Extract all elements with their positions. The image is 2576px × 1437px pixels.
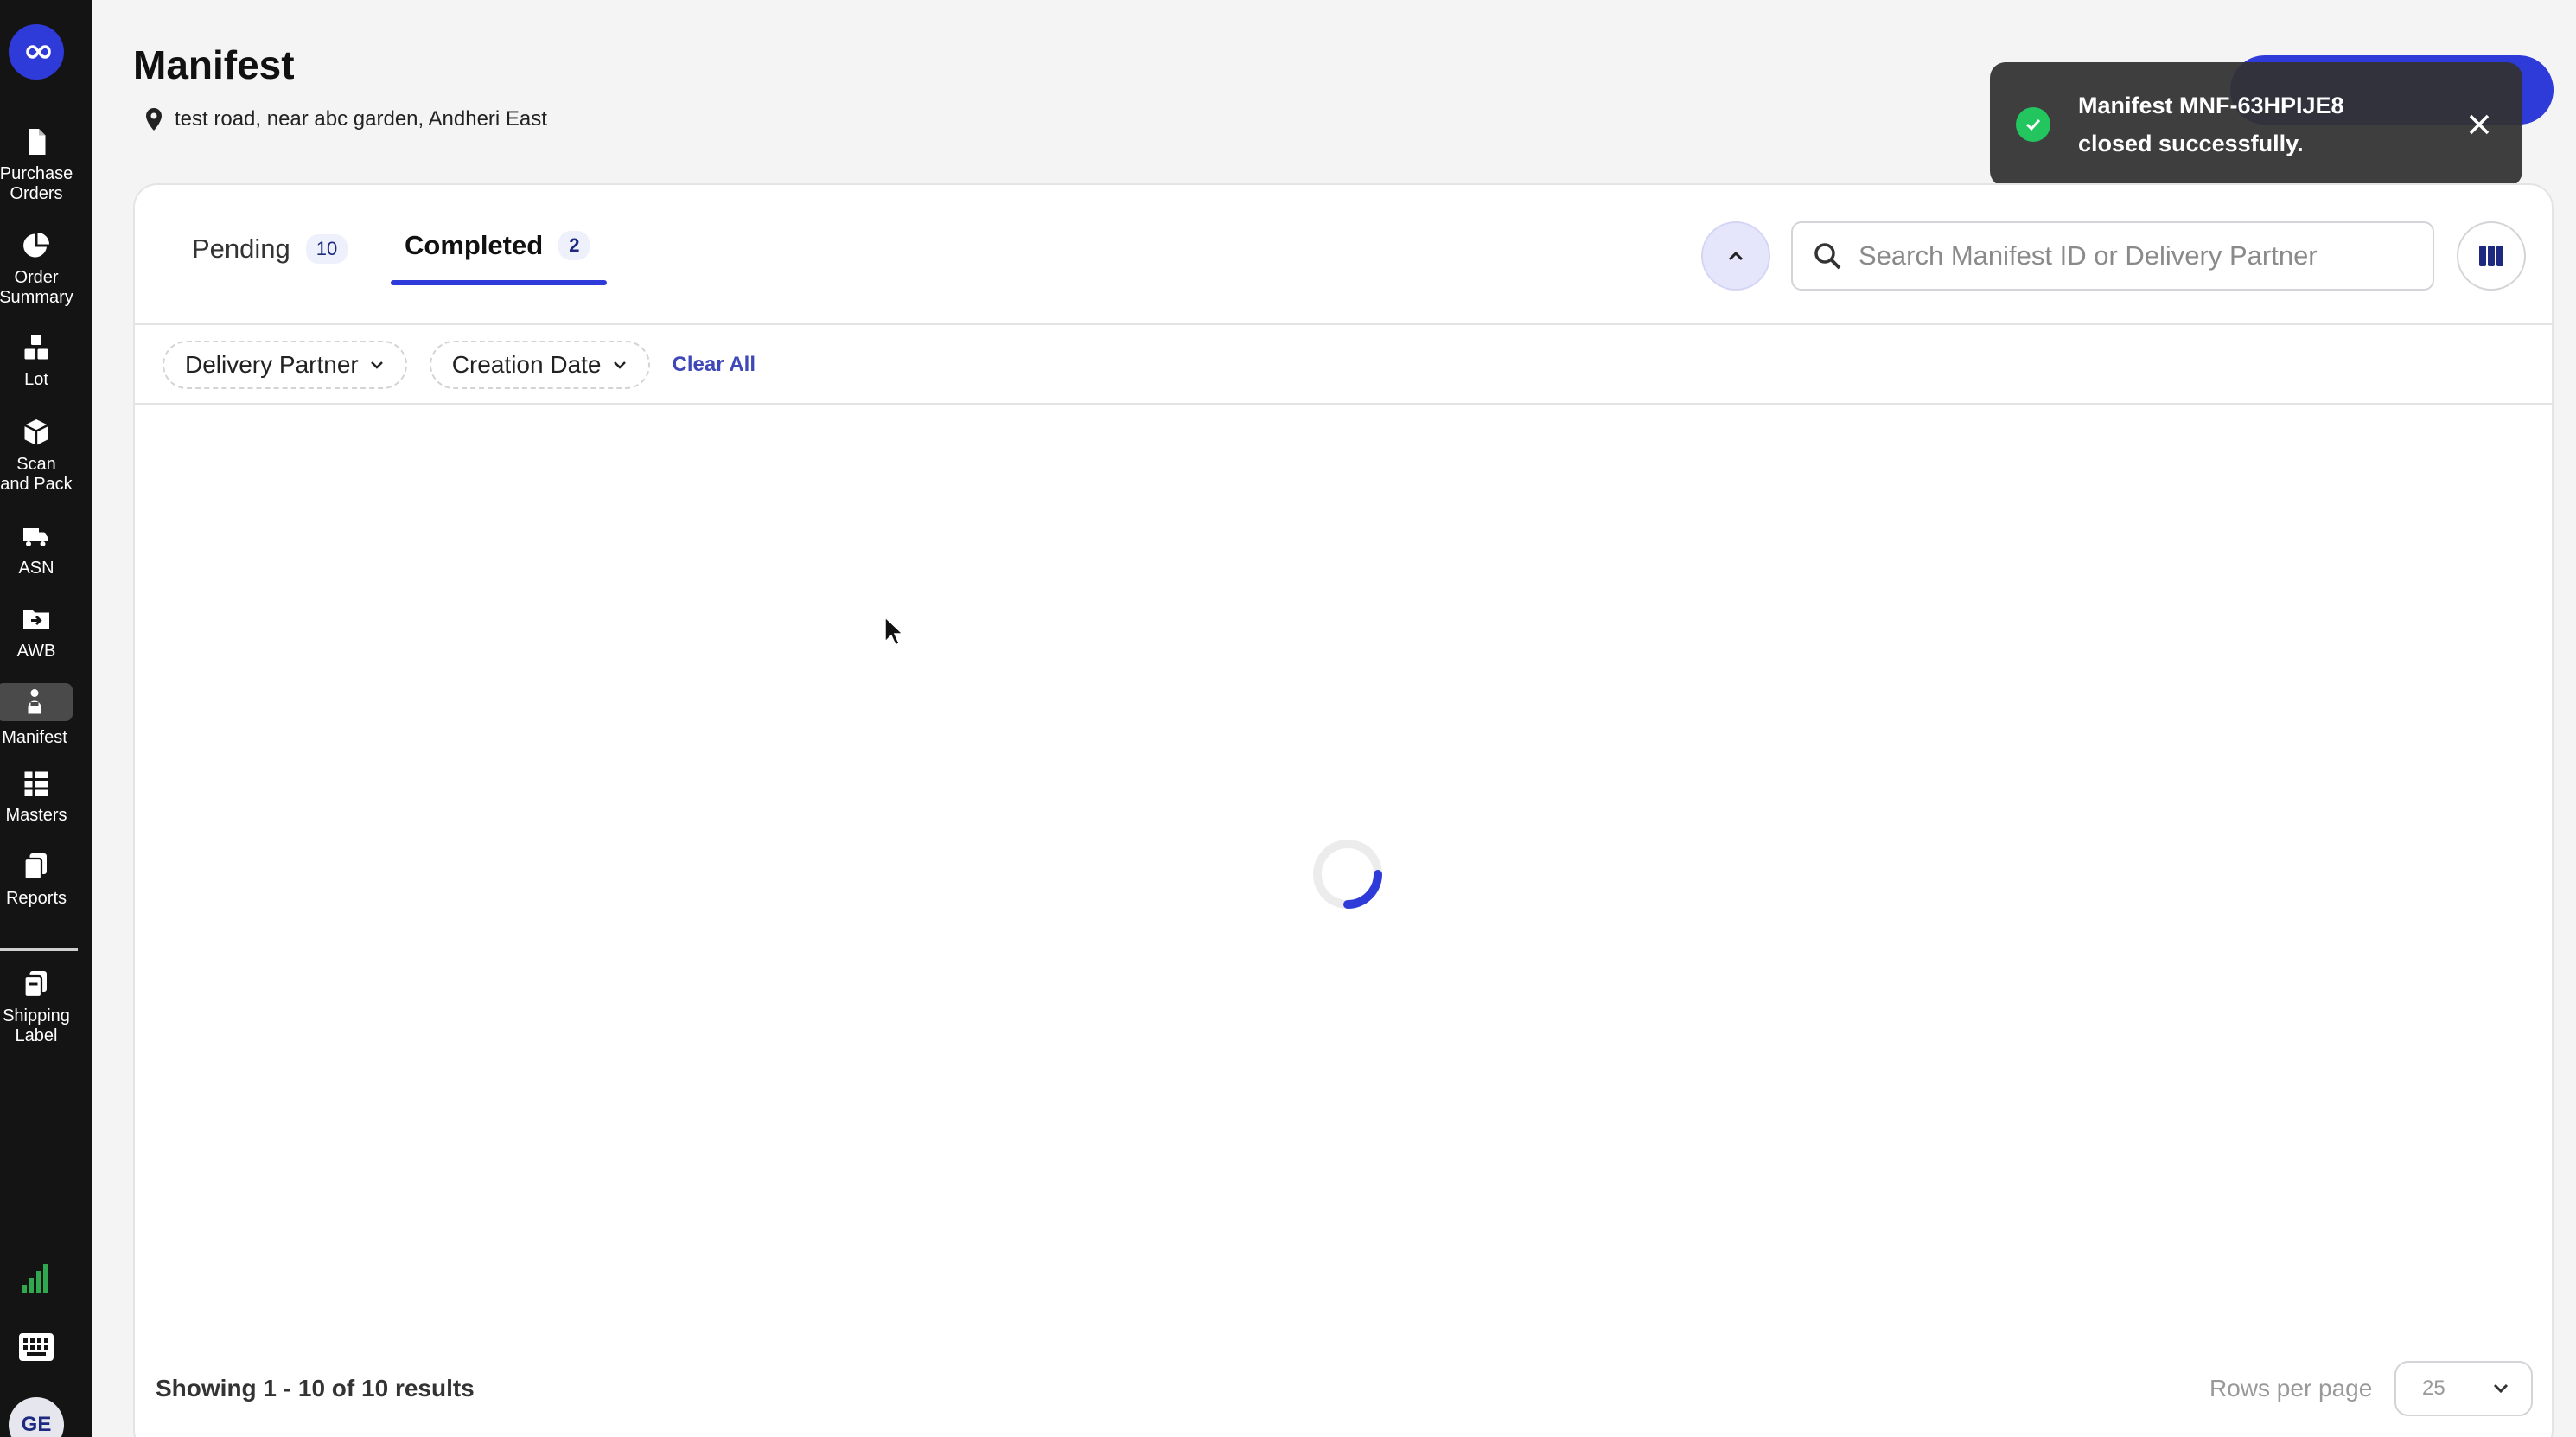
chevron-down-icon [370,361,383,369]
sidebar-item-label: Purchase Orders [0,164,73,203]
delivery-partner-filter[interactable]: Delivery Partner [163,341,407,389]
close-icon [2469,114,2490,135]
sidebar-item-label: Reports [5,889,67,908]
sidebar-item-label: Masters [5,806,67,825]
filter-bar: Delivery Partner Creation Date Clear All [163,341,756,389]
sidebar-item-scan-and-pack[interactable]: Scan and Pack [0,417,73,495]
package-icon [23,419,49,445]
location: test road, near abc garden, Andheri East [143,107,547,131]
sidebar-item-label: AWB [16,642,56,661]
chevron-up-icon [1728,251,1744,261]
sidebar-item-shipping-label[interactable]: Shipping Label [0,968,73,1046]
sidebar-item-reports[interactable]: Reports [0,851,73,909]
rows-per-page-value: 25 [2422,1376,2445,1400]
tab-label: Pending [192,233,290,264]
toast-notification: Manifest MNF-63HPIJE8 closed successfull… [1990,62,2522,187]
filters-divider [135,403,2552,405]
toast-message: Manifest MNF-63HPIJE8 closed successfull… [2078,93,2344,156]
pagination-summary: Showing 1 - 10 of 10 results [156,1375,475,1402]
folder-arrow-icon [23,610,49,629]
active-tab-indicator [391,280,607,285]
avatar[interactable]: GE [9,1397,64,1437]
pie-chart-icon [23,233,49,258]
page-title: Manifest [133,42,295,87]
app-logo[interactable] [9,24,64,80]
chevron-down-icon [2493,1383,2509,1394]
search-icon [1814,243,1841,270]
app-root: Purchase Orders Order Summary Lot Scan a… [0,0,2576,1437]
sidebar-item-label: Scan and Pack [0,455,73,494]
label-icon [23,971,47,999]
sidebar-item-manifest[interactable]: Manifest [0,683,73,748]
sidebar-item-awb[interactable]: AWB [0,604,73,661]
sidebar: Purchase Orders Order Summary Lot Scan a… [0,0,92,1437]
tab-count-badge: 10 [305,234,348,264]
sidebar-item-label: Manifest [2,728,67,747]
manifest-card: Pending 10 Completed 2 Delivery Partner … [133,183,2554,1437]
sidebar-item-order-summary[interactable]: Order Summary [0,230,73,308]
person-dolly-icon [28,689,41,714]
sidebar-item-label: Shipping Label [3,1006,70,1045]
loading-spinner-icon [1313,840,1382,909]
truck-icon [23,528,48,546]
chevron-down-icon [613,361,626,369]
tab-count-badge: 2 [558,231,590,260]
sidebar-item-label: Lot [24,370,48,389]
list-icon [24,771,48,796]
sidebar-item-purchase-orders[interactable]: Purchase Orders [0,126,73,204]
boxes-icon [24,335,48,360]
document-icon [29,129,46,155]
sidebar-item-label: Order Summary [0,268,73,307]
keyboard-icon[interactable] [17,1332,55,1363]
columns-icon [2479,246,2503,266]
filter-label: Creation Date [451,351,602,378]
tabs-divider [135,323,2552,325]
signal-strength-icon [22,1264,48,1293]
sidebar-divider [0,948,78,951]
sidebar-item-asn[interactable]: ASN [0,521,73,578]
rows-per-page-label: Rows per page [2209,1375,2373,1402]
map-pin-icon [146,108,162,131]
sidebar-item-label: ASN [18,559,54,578]
reports-icon [23,853,47,881]
creation-date-filter[interactable]: Creation Date [429,341,650,389]
tab-completed[interactable]: Completed 2 [405,230,590,261]
check-circle-icon [2016,107,2050,142]
tab-pending[interactable]: Pending 10 [192,233,348,265]
collapse-button[interactable] [1701,221,1770,291]
sidebar-item-lot[interactable]: Lot [0,332,73,390]
clear-all-link[interactable]: Clear All [673,353,756,377]
columns-settings-button[interactable] [2457,221,2526,291]
toast-close-button[interactable] [2462,107,2496,142]
rows-per-page-select[interactable]: 25 [2394,1361,2533,1416]
tab-label: Completed [405,230,544,260]
filter-label: Delivery Partner [185,351,359,378]
mouse-cursor-icon [884,616,904,647]
search-input[interactable] [1859,240,2394,271]
search-box[interactable] [1791,221,2434,291]
location-text: test road, near abc garden, Andheri East [175,107,547,131]
sidebar-item-masters[interactable]: Masters [0,768,73,826]
infinity-logo-icon [26,45,51,59]
